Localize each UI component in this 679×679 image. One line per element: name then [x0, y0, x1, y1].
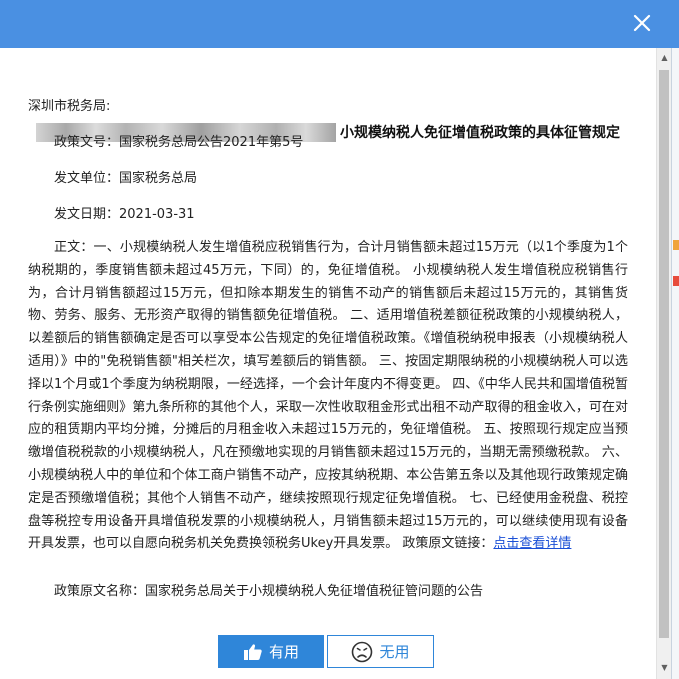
scrollbar-thumb[interactable] [659, 70, 669, 638]
useful-button[interactable]: 有用 [218, 635, 324, 668]
dialog-titlebar [0, 0, 679, 48]
detail-link[interactable]: 点击查看详情 [493, 536, 571, 551]
dialog-content[interactable]: 小规模纳税人免征增值税政策的具体征管规定 深圳市税务局: 政策文号：国家税务总局… [0, 48, 656, 679]
issuer: 发文单位：国家税务总局 [54, 171, 198, 186]
sad-face-icon [352, 641, 373, 662]
issue-date: 发文日期：2021-03-31 [54, 207, 195, 222]
close-icon [633, 14, 651, 32]
original-title: 政策原文名称：国家税务总局关于小规模纳税人免征增值税征管问题的公告 [54, 584, 484, 599]
policy-heading-text: 小规模纳税人免征增值税政策的具体征管规定 [340, 125, 620, 141]
close-button[interactable] [625, 6, 659, 40]
background-mark [673, 276, 679, 286]
useless-button[interactable]: 无用 [327, 635, 434, 668]
background-window-edge [671, 48, 679, 679]
policy-body: 正文：一、小规模纳税人发生增值税应税销售行为，合计月销售额未超过15万元（以1个… [28, 237, 628, 556]
vertical-scrollbar[interactable]: ▲ ▼ [656, 48, 672, 679]
addressee: 深圳市税务局: [28, 99, 111, 114]
policy-body-text: 正文：一、小规模纳税人发生增值税应税销售行为，合计月销售额未超过15万元（以1个… [28, 240, 628, 552]
policy-dialog: 小规模纳税人免征增值税政策的具体征管规定 深圳市税务局: 政策文号：国家税务总局… [0, 0, 679, 679]
useless-button-label: 无用 [379, 643, 410, 661]
useful-button-label: 有用 [268, 643, 299, 661]
thumbs-up-icon [243, 643, 262, 660]
scroll-up-arrow[interactable]: ▲ [657, 50, 672, 65]
scroll-down-arrow[interactable]: ▼ [657, 660, 672, 675]
doc-number: 政策文号：国家税务总局公告2021年第5号 [54, 135, 304, 150]
background-mark [673, 240, 679, 250]
